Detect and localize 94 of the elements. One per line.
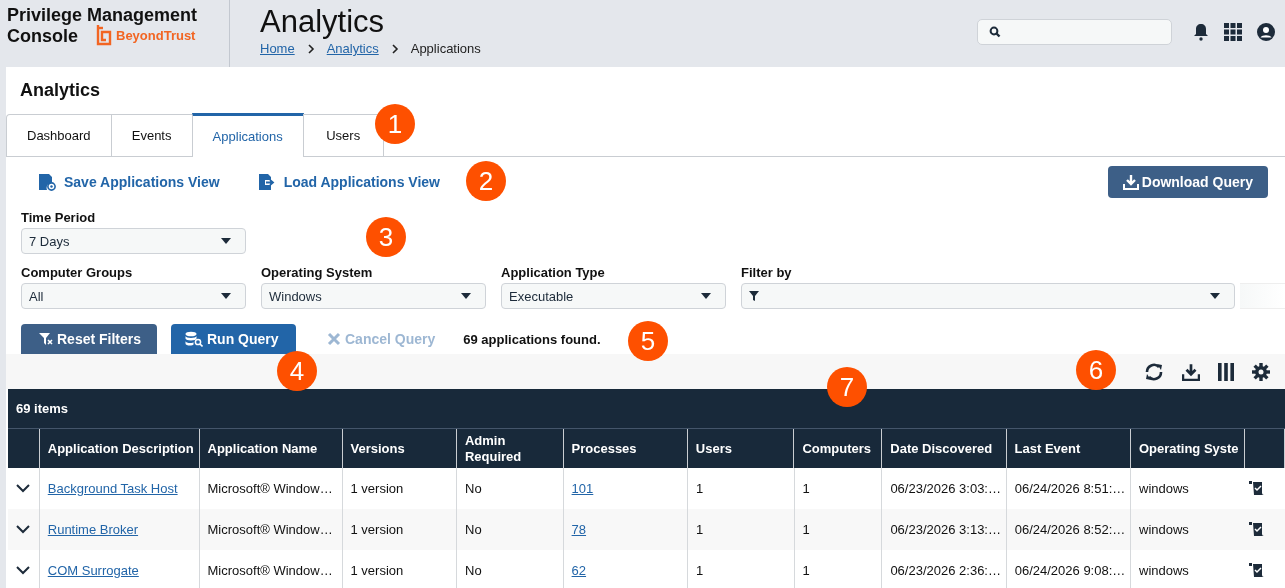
column-header[interactable]: Last Event <box>1014 440 1081 457</box>
column-header[interactable]: Operating Syste <box>1138 440 1239 457</box>
tab[interactable]: Applications <box>191 113 304 157</box>
breadcrumb-link[interactable]: Home <box>260 41 295 56</box>
table-cell-link[interactable]: COM Surrogate <box>47 563 139 578</box>
expand-chevron-icon[interactable] <box>16 525 31 534</box>
column-header[interactable]: Computers <box>802 440 872 457</box>
product-title: Privilege Management <box>7 5 198 26</box>
settings-icon[interactable] <box>1252 362 1270 381</box>
column-header[interactable]: Application Description <box>47 440 194 457</box>
time-period-select[interactable]: 7 Days <box>21 228 246 254</box>
table-cell: windows <box>1139 522 1189 537</box>
columns-icon[interactable] <box>1218 362 1234 381</box>
table-cell-link[interactable]: 78 <box>571 522 587 537</box>
product-title: Console <box>7 26 78 47</box>
save-icon <box>38 173 56 191</box>
database-search-icon <box>185 331 203 347</box>
table-cell: 06/24/2026 8:51:… <box>1014 481 1126 496</box>
reset-button[interactable]: Reset Filters <box>21 324 157 354</box>
table-cell: 1 version <box>350 522 404 537</box>
load-view-link[interactable]: Load Applications View <box>257 173 440 191</box>
field-label: Computer Groups <box>21 265 134 280</box>
user-avatar-icon[interactable] <box>1257 22 1275 41</box>
bell-icon[interactable] <box>1193 22 1209 41</box>
run-button[interactable]: Run Query <box>171 324 296 354</box>
table-cell: No <box>465 481 482 496</box>
load-file-icon <box>257 173 276 191</box>
table-cell-link[interactable]: 62 <box>571 563 587 578</box>
tab[interactable]: Users <box>302 114 384 156</box>
search-icon <box>989 25 1001 38</box>
field-label: Operating System <box>261 265 374 280</box>
table-cell: 1 <box>695 481 704 496</box>
caret-icon <box>701 293 711 299</box>
column-header[interactable]: Versions <box>350 440 405 457</box>
caret-icon <box>461 293 471 299</box>
filter-select[interactable]: Executable <box>501 283 726 309</box>
download-icon <box>1122 174 1139 190</box>
column-header[interactable]: Processes <box>571 440 637 457</box>
table-cell: No <box>465 563 482 578</box>
expand-chevron-icon[interactable] <box>16 566 31 575</box>
section-title: Analytics <box>19 79 102 102</box>
table-cell-link[interactable]: Runtime Broker <box>47 522 139 537</box>
column-header[interactable]: Users <box>695 440 732 457</box>
field-label: Time Period <box>21 210 97 225</box>
table-cell: 1 <box>802 563 810 578</box>
table-cell: 1 <box>802 481 810 496</box>
table-cell: windows <box>1139 563 1189 578</box>
breadcrumb-link[interactable]: Analytics <box>326 41 379 56</box>
close-icon <box>327 332 341 346</box>
filter-select[interactable]: Windows <box>261 283 486 309</box>
column-header[interactable]: Admin Required <box>464 432 555 465</box>
table-cell: 06/23/2026 3:13:… <box>890 522 1001 537</box>
filter-select[interactable]: All <box>21 283 246 309</box>
table-cell: Microsoft® Window… <box>207 481 333 496</box>
tab[interactable]: Dashboard <box>6 114 112 156</box>
table-cell: Microsoft® Window… <box>207 522 333 537</box>
refresh-icon[interactable] <box>1144 362 1164 381</box>
brand-logo-icon <box>95 24 113 46</box>
chevron-icon <box>306 43 315 54</box>
filter-icon <box>749 291 759 301</box>
table-cell: 1 <box>695 522 704 537</box>
table-cell: 1 version <box>350 563 404 578</box>
apps-grid-icon[interactable] <box>1224 22 1242 41</box>
field-label: Application Type <box>501 265 606 280</box>
chevron-icon <box>390 43 399 54</box>
result-count: 69 applications found. <box>463 331 601 347</box>
brand-name: BeyondTrust <box>116 27 196 43</box>
table-cell: 1 version <box>350 481 404 496</box>
download-query-button[interactable]: Download Query <box>1107 166 1268 198</box>
table-cell: No <box>465 522 482 537</box>
table-cell: Microsoft® Window… <box>207 563 333 578</box>
table-cell: 1 <box>802 522 810 537</box>
save-view-link[interactable]: Save Applications View <box>38 173 220 191</box>
item-count: 69 items <box>16 401 69 416</box>
expand-chevron-icon[interactable] <box>16 484 31 493</box>
breadcrumb-current: Applications <box>410 41 481 56</box>
table-cell-link[interactable]: 101 <box>571 481 594 496</box>
table-cell: 06/23/2026 2:36:… <box>890 563 1001 578</box>
download-icon[interactable] <box>1182 362 1200 381</box>
caret-icon <box>221 238 231 244</box>
table-cell: 06/24/2026 9:08:… <box>1014 563 1126 578</box>
table-cell: 1 <box>695 563 704 578</box>
table-cell-link[interactable]: Background Task Host <box>47 481 178 496</box>
search-field[interactable] <box>977 18 1172 45</box>
table-cell: 06/23/2026 3:03:… <box>890 481 1001 496</box>
page-title: Analytics <box>260 4 386 40</box>
table-cell: 06/24/2026 8:52:… <box>1014 522 1126 537</box>
caret-icon <box>1210 293 1220 299</box>
column-header[interactable]: Application Name <box>207 440 318 457</box>
filter-reset-icon <box>39 332 53 346</box>
column-header[interactable]: Date Discovered <box>890 440 993 457</box>
caret-icon <box>221 293 231 299</box>
table-cell: windows <box>1139 481 1189 496</box>
field-label: Filter by <box>741 265 793 280</box>
